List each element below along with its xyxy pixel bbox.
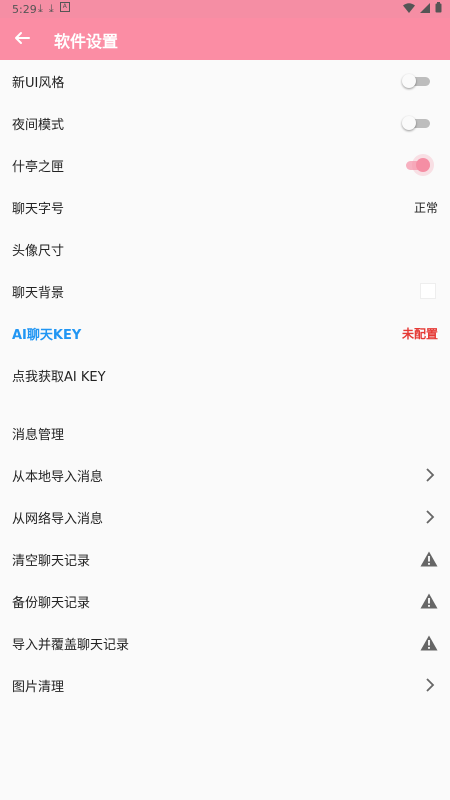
arrow-left-icon <box>15 32 30 44</box>
notification-icons: ⤓ ⤓ A <box>38 2 70 16</box>
page-title: 软件设置 <box>54 32 119 51</box>
system-icons <box>403 2 442 13</box>
setting-label: 头像尺寸 <box>12 243 65 259</box>
app-bar: 软件设置 <box>0 18 450 60</box>
setting-get-ai-key[interactable]: 点我获取AI KEY <box>0 354 450 396</box>
download-icon: ⤓ <box>38 2 43 15</box>
new-ui-switch[interactable] <box>402 74 430 88</box>
section-header-message-management: 消息管理 <box>0 412 450 454</box>
warning-icon <box>420 551 438 567</box>
setting-night-mode[interactable]: 夜间模式 <box>0 102 450 144</box>
signal-icon <box>420 2 430 13</box>
warning-icon <box>420 635 438 651</box>
night-mode-switch[interactable] <box>402 116 430 130</box>
setting-chat-background[interactable]: 聊天背景 <box>0 270 450 312</box>
list-item-clear-history[interactable]: 清空聊天记录 <box>0 538 450 580</box>
setting-label: AI聊天KEY <box>12 327 82 343</box>
setting-shiting-box[interactable]: 什亭之匣 <box>0 144 450 186</box>
setting-label: 夜间模式 <box>12 117 65 133</box>
chevron-right-icon <box>426 468 435 482</box>
chat-background-preview[interactable] <box>420 283 436 299</box>
list-item-label: 从网络导入消息 <box>12 511 104 527</box>
download-icon: ⤓ <box>48 2 54 15</box>
list-item-backup-history[interactable]: 备份聊天记录 <box>0 580 450 622</box>
list-item-import-overwrite[interactable]: 导入并覆盖聊天记录 <box>0 622 450 664</box>
status-time: 5:29 <box>12 3 37 16</box>
status-bar: 5:29 ⤓ ⤓ A <box>0 0 450 18</box>
battery-icon <box>435 2 442 13</box>
setting-label: 新UI风格 <box>12 75 65 91</box>
setting-avatar-size[interactable]: 头像尺寸 <box>0 228 450 270</box>
chevron-right-icon <box>426 510 435 524</box>
ai-key-status: 未配置 <box>401 326 438 341</box>
wifi-icon <box>403 2 415 13</box>
list-item-label: 清空聊天记录 <box>12 553 91 569</box>
setting-label: 什亭之匣 <box>12 159 65 175</box>
setting-font-size[interactable]: 聊天字号 正常 <box>0 186 450 228</box>
list-item-label: 备份聊天记录 <box>12 595 91 611</box>
warning-icon <box>420 593 438 609</box>
list-item-label: 从本地导入消息 <box>12 469 104 485</box>
list-item-label: 导入并覆盖聊天记录 <box>12 637 130 653</box>
list-item-image-cleanup[interactable]: 图片清理 <box>0 664 450 706</box>
font-size-value: 正常 <box>413 200 438 215</box>
back-button[interactable] <box>10 26 34 50</box>
app-notification-icon: A <box>59 2 70 12</box>
list-item-import-network[interactable]: 从网络导入消息 <box>0 496 450 538</box>
setting-new-ui[interactable]: 新UI风格 <box>0 60 450 102</box>
chevron-right-icon <box>426 678 435 692</box>
section-header: 消息管理 <box>12 427 65 443</box>
setting-label: 聊天背景 <box>12 285 65 301</box>
setting-label: 点我获取AI KEY <box>12 369 106 385</box>
setting-label: 聊天字号 <box>12 201 65 217</box>
setting-ai-key[interactable]: AI聊天KEY 未配置 <box>0 312 450 354</box>
shiting-box-switch[interactable] <box>402 158 430 172</box>
list-item-import-local[interactable]: 从本地导入消息 <box>0 454 450 496</box>
list-item-label: 图片清理 <box>12 679 65 695</box>
